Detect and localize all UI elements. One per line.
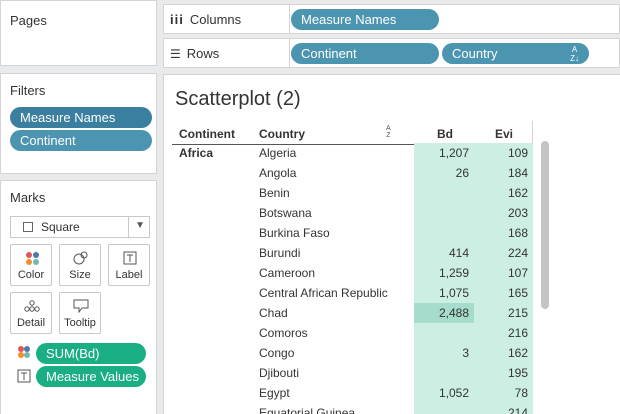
columns-shelf[interactable]: iii Columns Measure Names — [163, 4, 620, 34]
columns-pill-measure-names[interactable]: Measure Names — [291, 9, 439, 30]
text-icon — [17, 369, 31, 383]
evi-value: 184 — [507, 166, 528, 180]
view-area: Scatterplot (2) Continent Country AZ Bd … — [163, 74, 620, 414]
color-icon — [18, 346, 30, 358]
bd-cell[interactable] — [414, 223, 474, 243]
evi-value: 195 — [507, 366, 528, 380]
color-label: Color — [17, 269, 45, 281]
country-cell[interactable]: Djibouti — [259, 366, 299, 380]
evi-value: 162 — [507, 186, 528, 200]
bd-value: 1,259 — [438, 266, 469, 280]
rows-pill-country-label: Country — [452, 46, 498, 61]
label-label: Label — [115, 269, 143, 281]
detail-icon — [24, 300, 40, 312]
tooltip-icon — [73, 299, 89, 313]
vertical-scrollbar[interactable] — [541, 141, 549, 309]
marks-title: Marks — [10, 190, 46, 205]
evi-value: 168 — [507, 226, 528, 240]
label-button[interactable]: Label — [108, 244, 150, 286]
bd-cell[interactable] — [414, 183, 474, 203]
bd-value: 3 — [462, 346, 469, 360]
bd-cell[interactable] — [414, 363, 474, 383]
country-cell[interactable]: Central African Republic — [259, 286, 388, 300]
evi-value: 216 — [507, 326, 528, 340]
marks-field-measure-values[interactable]: Measure Values — [36, 366, 146, 387]
country-cell[interactable]: Botswana — [259, 206, 312, 220]
rows-pill-continent[interactable]: Continent — [291, 43, 439, 64]
shelf-divider — [289, 5, 290, 33]
columns-icon: iii — [170, 12, 184, 27]
tooltip-button[interactable]: Tooltip — [59, 292, 101, 334]
evi-value: 203 — [507, 206, 528, 220]
bd-value: 1,052 — [438, 386, 469, 400]
country-cell[interactable]: Angola — [259, 166, 296, 180]
country-cell[interactable]: Equatorial Guinea — [259, 406, 355, 414]
evi-value: 224 — [507, 246, 528, 260]
country-cell[interactable]: Egypt — [259, 386, 290, 400]
mark-type-label: Square — [41, 220, 80, 234]
square-icon — [23, 222, 33, 232]
country-cell[interactable]: Chad — [259, 306, 288, 320]
shelf-divider — [289, 39, 290, 67]
dropdown-divider — [128, 217, 129, 237]
columns-label-group: iii Columns — [170, 12, 241, 27]
color-icon — [26, 252, 39, 265]
data-rows: Algeria 1,207 109 Angola 26 184 Benin 162 Botswa… — [164, 75, 620, 414]
country-cell[interactable]: Congo — [259, 346, 294, 360]
detail-label: Detail — [16, 317, 46, 329]
bd-cell[interactable] — [414, 403, 474, 414]
filter-pill-continent[interactable]: Continent — [10, 130, 152, 151]
rows-label-group: ☰ Rows — [170, 46, 219, 61]
evi-value: 165 — [507, 286, 528, 300]
sort-ascending-icon: A Z↓ — [570, 45, 579, 63]
columns-label: Columns — [189, 12, 242, 27]
evi-value: 78 — [514, 386, 528, 400]
size-icon — [73, 251, 88, 265]
evi-value: 107 — [507, 266, 528, 280]
bd-value: 26 — [455, 166, 469, 180]
bd-value: 1,207 — [438, 146, 469, 160]
size-button[interactable]: Size — [59, 244, 101, 286]
bd-value: 2,488 — [438, 306, 469, 320]
filters-title: Filters — [10, 83, 46, 98]
pages-card[interactable]: Pages — [0, 0, 157, 66]
evi-value: 109 — [507, 146, 528, 160]
bd-cell[interactable] — [414, 203, 474, 223]
size-label: Size — [69, 269, 91, 281]
country-cell[interactable]: Comoros — [259, 326, 308, 340]
marks-field-sum-bd[interactable]: SUM(Bd) — [36, 343, 146, 364]
text-icon — [123, 251, 137, 265]
bd-value: 414 — [448, 246, 469, 260]
rows-shelf[interactable]: ☰ Rows Continent Country A Z↓ — [163, 38, 620, 68]
evi-value: 162 — [507, 346, 528, 360]
country-cell[interactable]: Burkina Faso — [259, 226, 330, 240]
evi-value: 214 — [507, 406, 528, 414]
evi-value: 215 — [507, 306, 528, 320]
country-cell[interactable]: Burundi — [259, 246, 300, 260]
country-cell[interactable]: Algeria — [259, 146, 296, 160]
rows-label: Rows — [186, 46, 220, 61]
color-button[interactable]: Color — [10, 244, 52, 286]
bd-value: 1,075 — [438, 286, 469, 300]
filter-pill-measure-names[interactable]: Measure Names — [10, 107, 152, 128]
bd-cell[interactable] — [414, 323, 474, 343]
country-cell[interactable]: Benin — [259, 186, 290, 200]
country-cell[interactable]: Cameroon — [259, 266, 315, 280]
tooltip-label: Tooltip — [64, 317, 96, 329]
rows-icon: ☰ — [170, 46, 181, 61]
pages-title: Pages — [10, 13, 47, 28]
chevron-down-icon: ▼ — [135, 220, 145, 231]
mark-type-dropdown[interactable]: Square ▼ — [10, 216, 150, 238]
filters-card[interactable]: Filters Measure Names Continent — [0, 73, 157, 174]
rows-pill-country[interactable]: Country A Z↓ — [442, 43, 589, 64]
marks-card: Marks Square ▼ Color Size Label Detail T… — [0, 180, 157, 414]
detail-button[interactable]: Detail — [10, 292, 52, 334]
